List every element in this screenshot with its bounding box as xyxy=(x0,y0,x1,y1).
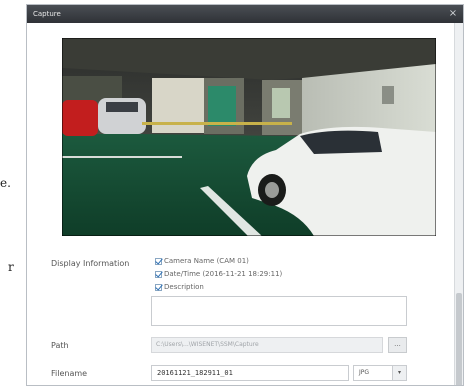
background-text-fragment: r xyxy=(8,260,14,274)
camera-name-checkbox[interactable]: Camera Name (CAM 01) xyxy=(155,257,249,265)
path-label: Path xyxy=(51,341,69,350)
selected-extension: JPG xyxy=(359,369,370,376)
checkbox-label: Date/Time (2016-11-21 18:29:11) xyxy=(164,270,283,278)
vertical-scrollbar[interactable] xyxy=(454,23,463,385)
parking-garage-image xyxy=(62,38,436,236)
browse-button[interactable]: ... xyxy=(388,337,407,353)
checkbox-checked-icon xyxy=(155,257,162,265)
description-input[interactable] xyxy=(151,296,407,326)
capture-dialog: Capture × Display Information Camera Nam… xyxy=(26,4,464,386)
capture-preview-image xyxy=(62,38,436,236)
checkbox-checked-icon xyxy=(155,270,162,278)
chevron-down-icon: ▾ xyxy=(392,366,406,380)
filename-input[interactable]: 20161121_182911_01 xyxy=(151,365,349,381)
checkbox-checked-icon xyxy=(155,283,162,291)
datetime-checkbox[interactable]: Date/Time (2016-11-21 18:29:11) xyxy=(155,270,282,278)
scrollbar-thumb[interactable] xyxy=(456,293,462,385)
dialog-titlebar: Capture × xyxy=(27,5,463,23)
dialog-title: Capture xyxy=(33,10,61,18)
checkbox-label: Description xyxy=(164,283,204,291)
description-checkbox[interactable]: Description xyxy=(155,283,204,291)
checkbox-label: Camera Name (CAM 01) xyxy=(164,257,249,265)
close-button[interactable]: × xyxy=(448,9,458,19)
display-information-label: Display Information xyxy=(51,259,130,268)
background-text-fragment: e. xyxy=(0,176,11,190)
path-field[interactable]: C:\Users\...\WISENET\SSM\Capture xyxy=(151,337,383,353)
file-extension-select[interactable]: JPG ▾ xyxy=(353,365,407,381)
filename-label: Filename xyxy=(51,369,88,378)
